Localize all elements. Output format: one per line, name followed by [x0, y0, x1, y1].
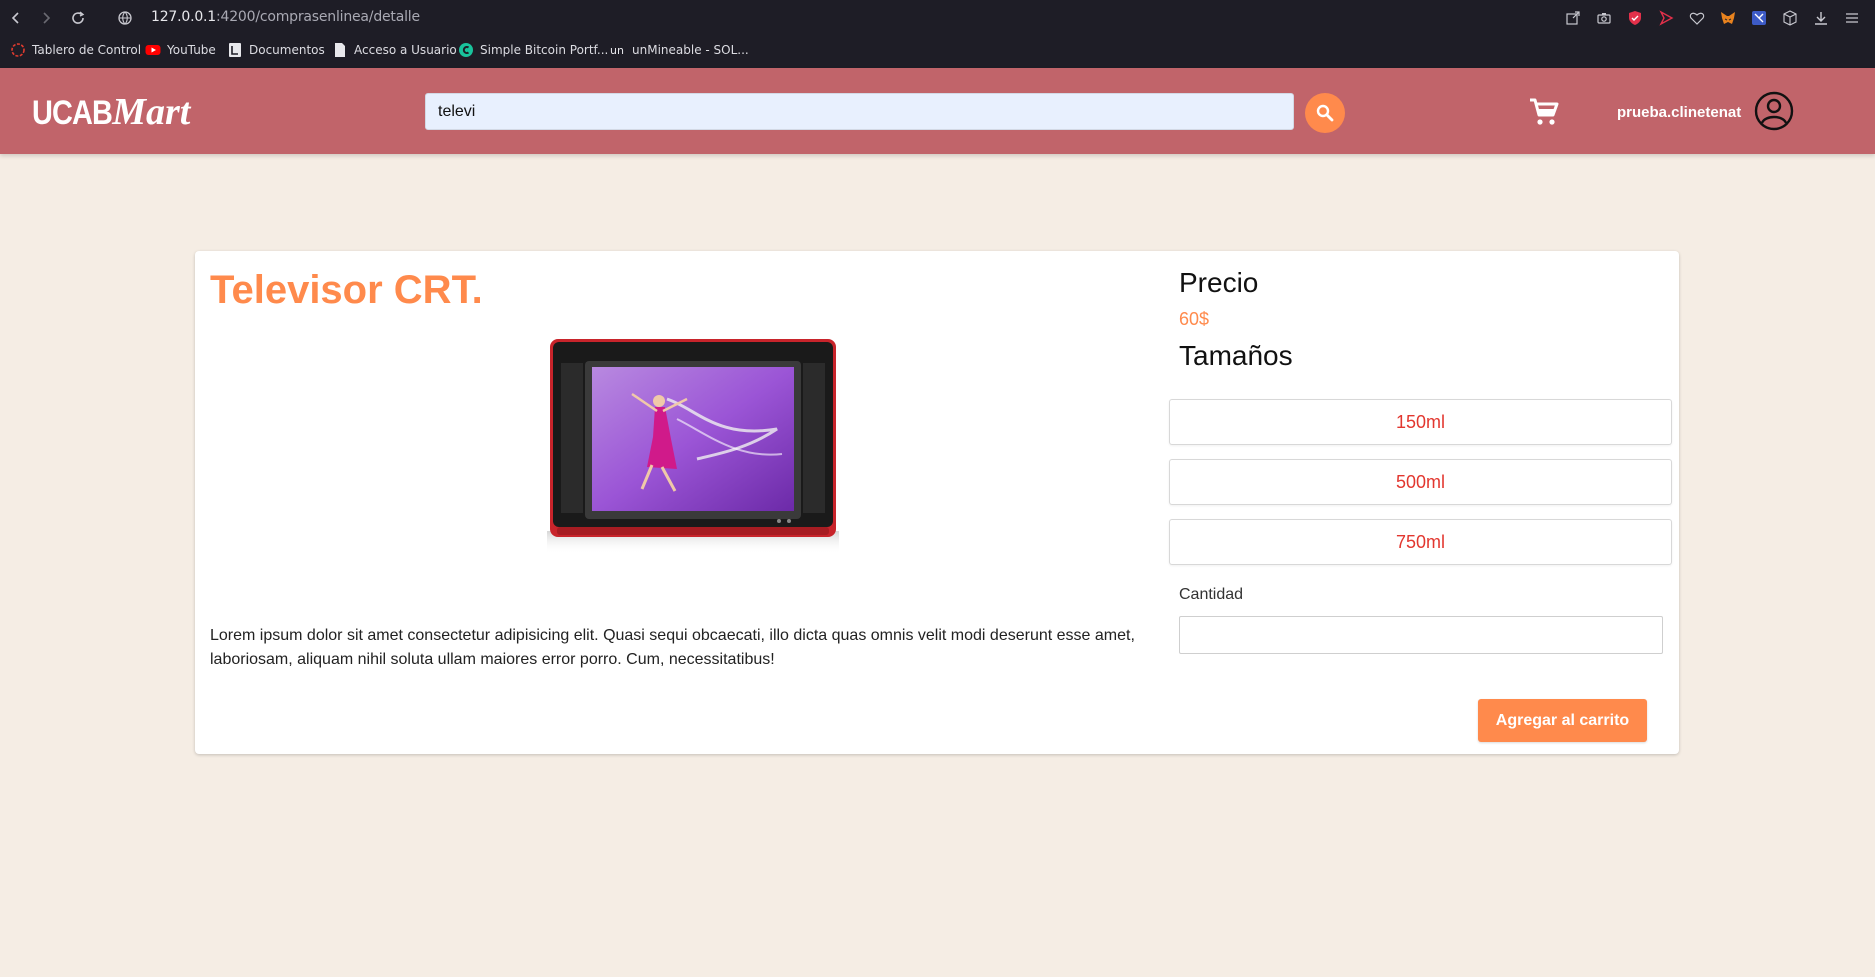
share-icon[interactable]: [1563, 8, 1582, 27]
logo-script-text: Mart: [112, 91, 191, 133]
bookmark-label: Simple Bitcoin Portf...: [480, 43, 609, 57]
shield-icon[interactable]: [1625, 8, 1644, 27]
page-icon: [332, 42, 348, 58]
size-option-750ml[interactable]: 750ml: [1169, 519, 1672, 565]
url-host: 127.0.0.1: [151, 9, 216, 25]
add-to-cart-button[interactable]: Agregar al carrito: [1478, 699, 1647, 742]
back-icon[interactable]: [6, 8, 26, 28]
bookmarks-bar: Tablero de Control YouTube Documentos Ac…: [0, 38, 1875, 66]
product-detail-card: Televisor CRT. Lorem ipsum dolor sit ame…: [195, 251, 1679, 754]
metamask-fox-icon[interactable]: [1718, 8, 1737, 27]
product-image: [547, 339, 839, 554]
quantity-label: Cantidad: [1179, 586, 1244, 603]
youtube-icon: [145, 42, 161, 58]
dashboard-icon: [10, 42, 26, 58]
user-account-icon: [1754, 91, 1794, 131]
menu-icon[interactable]: [1842, 8, 1861, 27]
bookmark-label: unMineable - SOL...: [632, 43, 749, 57]
avatar[interactable]: [1754, 91, 1794, 131]
search-input[interactable]: [425, 93, 1294, 130]
url-path: :4200/comprasenlinea/detalle: [216, 9, 420, 25]
search-icon: [1316, 104, 1334, 122]
address-row: 127.0.0.1:4200/comprasenlinea/detalle: [0, 0, 1875, 36]
bookmark-item[interactable]: YouTube: [145, 42, 216, 58]
bookmark-item[interactable]: Simple Bitcoin Portf...: [458, 42, 608, 58]
vpn-icon[interactable]: [1749, 8, 1768, 27]
logo-main-text: UCAB: [32, 94, 113, 132]
size-option-500ml[interactable]: 500ml: [1169, 459, 1672, 505]
username[interactable]: prueba.clinetenat: [1617, 104, 1741, 121]
size-option-150ml[interactable]: 150ml: [1169, 399, 1672, 445]
unmineable-icon: un: [610, 43, 624, 57]
product-description: Lorem ipsum dolor sit amet consectetur a…: [210, 627, 1135, 668]
cart-button[interactable]: [1528, 96, 1560, 128]
app-header: UCAB Mart prueba.clinetenat: [0, 68, 1875, 154]
shopping-cart-icon: [1530, 98, 1559, 125]
bookmark-label: Acceso a Usuario: [354, 43, 457, 57]
product-title: Televisor CRT.: [210, 268, 483, 312]
bookmark-label: YouTube: [167, 43, 216, 57]
browser-toolbar: 127.0.0.1:4200/comprasenlinea/detalle Ta…: [0, 0, 1875, 68]
bookmark-item[interactable]: Documentos: [227, 42, 325, 58]
heart-icon[interactable]: [1687, 8, 1706, 27]
site-info-icon[interactable]: [115, 8, 135, 28]
bookmark-label: Documentos: [249, 43, 325, 57]
bitcoin-icon: [458, 42, 474, 58]
bookmark-item[interactable]: un unMineable - SOL...: [608, 42, 749, 58]
camera-icon[interactable]: [1594, 8, 1613, 27]
cube-icon[interactable]: [1780, 8, 1799, 27]
price-value: 60$: [1179, 309, 1210, 329]
forward-icon[interactable]: [36, 8, 56, 28]
quantity-input[interactable]: [1179, 616, 1663, 654]
bookmark-label: Tablero de Control: [32, 43, 142, 57]
address-bar[interactable]: 127.0.0.1:4200/comprasenlinea/detalle: [151, 9, 420, 25]
price-label: Precio: [1179, 267, 1259, 298]
bookmark-item[interactable]: Tablero de Control: [10, 42, 141, 58]
play-icon[interactable]: [1656, 8, 1675, 27]
bookmark-item[interactable]: Acceso a Usuario: [332, 42, 457, 58]
search-button[interactable]: [1305, 93, 1345, 133]
document-icon: [227, 42, 243, 58]
extension-icons: [1563, 8, 1861, 27]
logo[interactable]: UCAB Mart: [32, 90, 190, 134]
download-icon[interactable]: [1811, 8, 1830, 27]
reload-icon[interactable]: [68, 8, 88, 28]
sizes-label: Tamaños: [1179, 340, 1293, 371]
